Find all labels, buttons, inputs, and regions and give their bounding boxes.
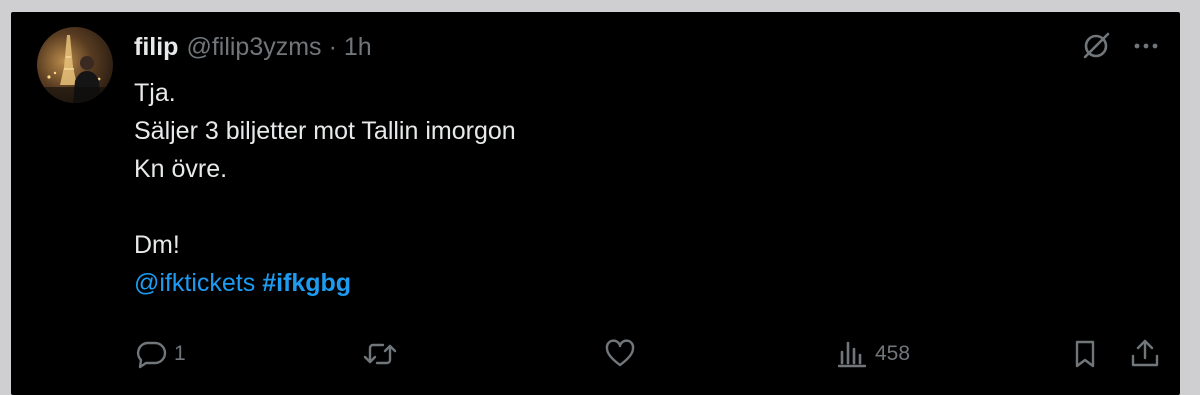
bookmark-icon [1075, 340, 1095, 368]
tweet-tags-line: @ifktickets #ifkgbg [134, 264, 1034, 302]
like-icon [605, 339, 635, 367]
tweet-line: Tja. [134, 79, 176, 107]
views-icon [837, 341, 867, 368]
view-count: 458 [875, 342, 911, 365]
tweet-text: Tja. Säljer 3 biljetter mot Tallin imorg… [134, 74, 1034, 302]
user-handle[interactable]: @filip3yzms [186, 33, 321, 62]
more-icon [1134, 43, 1158, 49]
like-button[interactable] [603, 336, 643, 372]
retweet-button[interactable] [362, 336, 404, 372]
tweet-line: Dm! [134, 231, 180, 259]
header-separator: · [328, 32, 337, 61]
grok-button[interactable] [1078, 28, 1114, 64]
reply-icon [136, 341, 167, 369]
avatar-photo [37, 27, 113, 103]
mention-link[interactable]: @ifktickets [134, 269, 255, 297]
grok-icon [1083, 32, 1110, 59]
more-button[interactable] [1128, 28, 1164, 64]
tweet-line: Kn övre. [134, 155, 228, 183]
avatar[interactable] [37, 27, 113, 103]
reply-button[interactable]: 1 [134, 336, 186, 372]
tweet-line [134, 188, 1034, 226]
tweet-header: filip @filip3yzms · 1h [134, 30, 372, 64]
views-button[interactable]: 458 [835, 336, 910, 372]
tweet-line: Säljer 3 biljetter mot Tallin imorgon [134, 117, 516, 145]
bookmark-button[interactable] [1068, 336, 1102, 372]
timestamp[interactable]: 1h [344, 33, 372, 62]
hashtag-link[interactable]: #ifkgbg [262, 269, 351, 297]
retweet-icon [363, 343, 397, 365]
reply-count: 1 [174, 342, 186, 365]
share-icon [1131, 339, 1159, 367]
display-name[interactable]: filip [134, 33, 178, 62]
share-button[interactable] [1128, 336, 1162, 372]
